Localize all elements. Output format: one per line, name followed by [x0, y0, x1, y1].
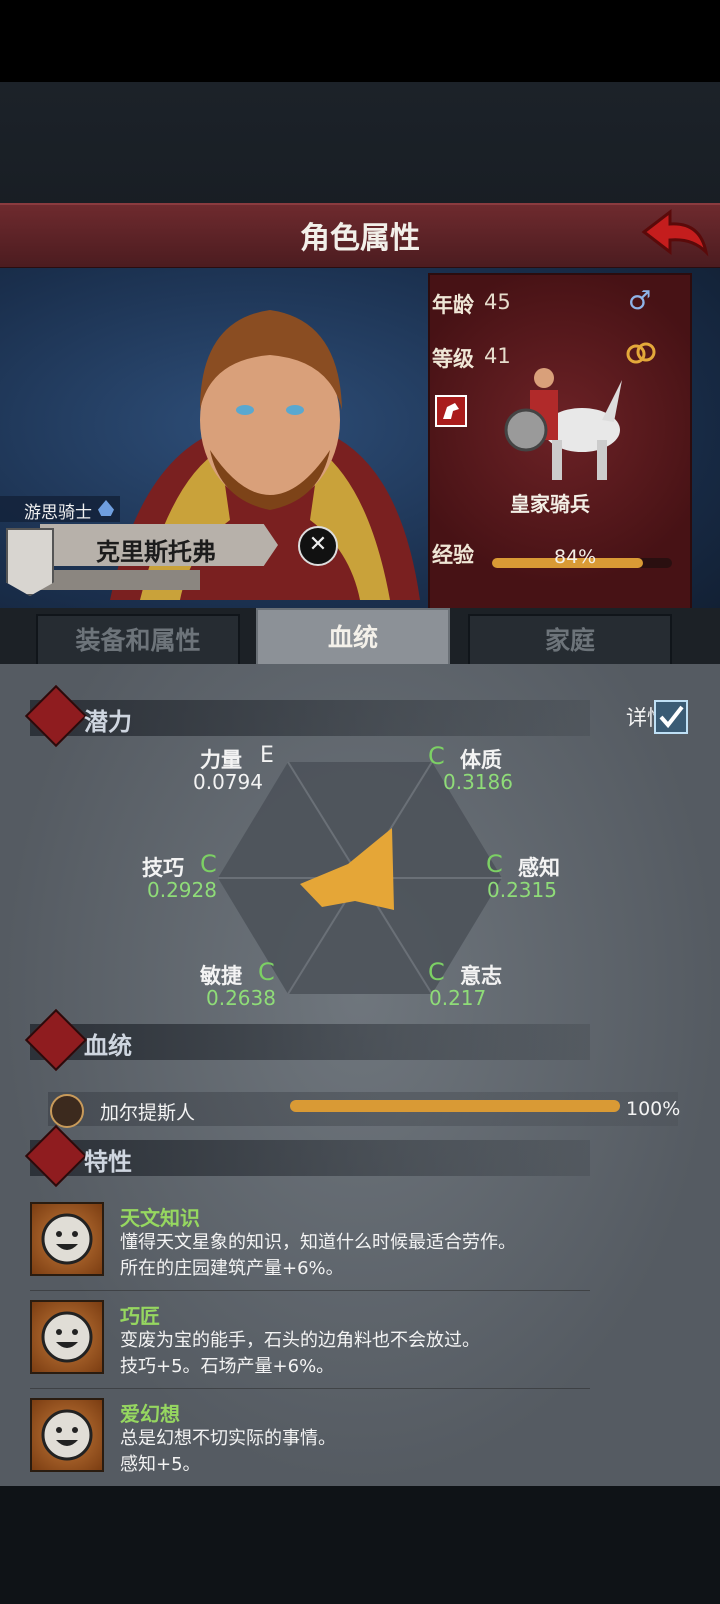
tab-family[interactable]: 家庭 [468, 614, 672, 668]
name-bar-shadow [40, 570, 200, 590]
stat-constitution-grade: C [428, 742, 445, 770]
bloodline-title: 血统 [84, 1032, 132, 1060]
stat-will-grade: C [428, 958, 445, 986]
trait-smiley-icon[interactable] [30, 1398, 104, 1472]
trait-name: 爱幻想 [120, 1402, 180, 1426]
male-icon: ♂ [628, 286, 652, 316]
bloodline-emblem-icon [50, 1094, 84, 1128]
stat-strength-grade: E [260, 743, 274, 768]
trait-smiley-icon[interactable] [30, 1202, 104, 1276]
trait-desc-line1: 变废为宝的能手，石头的边角料也不会放过。 [120, 1330, 480, 1351]
trait-desc-line2: 技巧+5。石场产量+6%。 [120, 1356, 335, 1377]
back-arrow-icon[interactable] [640, 208, 710, 260]
trait-name: 巧匠 [120, 1304, 160, 1328]
bloodline-bar [290, 1100, 620, 1112]
page-title: 角色属性 [300, 221, 420, 256]
bottom-area [0, 1486, 720, 1604]
level-label: 等级 [432, 347, 474, 371]
trait-desc-line2: 所在的庄园建筑产量+6%。 [120, 1258, 344, 1279]
banner-shield-icon[interactable] [6, 528, 54, 596]
trait-desc-line2: 感知+5。 [120, 1454, 201, 1475]
stat-agility-value: 0.2638 [206, 986, 276, 1010]
character-name: 克里斯托弗 [96, 538, 216, 566]
trait-name: 天文知识 [120, 1206, 200, 1230]
knight-unit-image [504, 368, 622, 480]
trait-smiley-icon[interactable] [30, 1300, 104, 1374]
stat-perception-grade: C [486, 850, 503, 878]
details-checkbox[interactable] [654, 700, 688, 734]
exp-label: 经验 [432, 543, 474, 567]
tab-bloodline[interactable]: 血统 [256, 608, 450, 670]
tab-equipment[interactable]: 装备和属性 [36, 614, 240, 668]
stat-will-value: 0.217 [429, 986, 487, 1010]
bloodline-percent: 100% [626, 1098, 681, 1120]
bloodline-name: 加尔提斯人 [100, 1102, 196, 1124]
trait-desc-line1: 懂得天文星象的知识，知道什么时候最适合劳作。 [120, 1232, 516, 1253]
trait-desc-line1: 总是幻想不切实际的事情。 [120, 1428, 336, 1449]
age-label: 年龄 [432, 293, 474, 317]
class-label: 游思骑士 [24, 503, 92, 523]
exp-value: 84% [554, 546, 597, 568]
stat-constitution-value: 0.3186 [443, 770, 513, 794]
trait-divider [30, 1290, 590, 1291]
status-bar [0, 0, 720, 82]
potential-title: 潜力 [84, 708, 132, 736]
stat-agility-grade: C [258, 958, 275, 986]
trait-divider [30, 1388, 590, 1389]
stat-skill-value: 0.2928 [147, 878, 217, 902]
age-value: 45 [484, 290, 511, 314]
unit-name: 皇家骑兵 [510, 492, 590, 516]
horse-icon[interactable] [435, 395, 467, 427]
stat-strength-value: 0.0794 [193, 770, 263, 794]
stat-perception-value: 0.2315 [487, 878, 557, 902]
stat-skill-grade: C [200, 850, 217, 878]
close-icon[interactable]: ✕ [298, 526, 338, 566]
traits-title: 特性 [84, 1148, 132, 1176]
